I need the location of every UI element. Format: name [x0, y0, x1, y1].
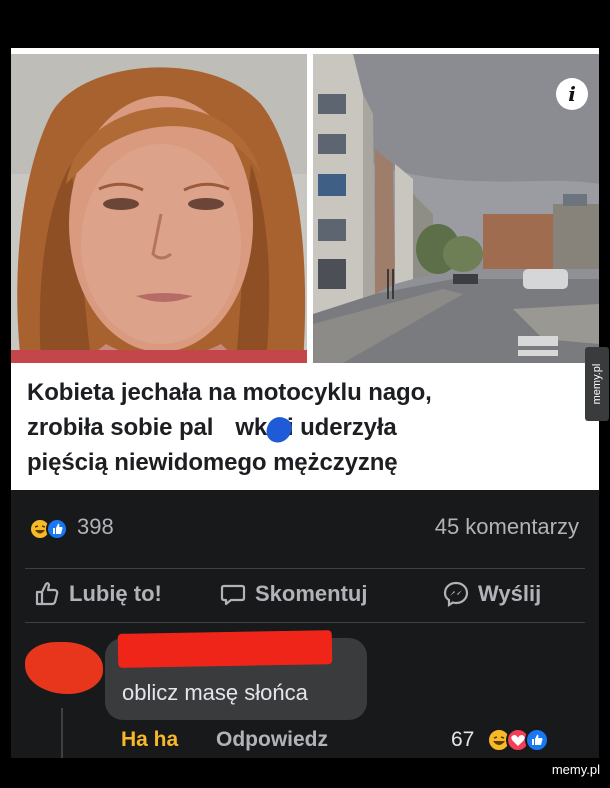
comment-reaction-icons[interactable] [487, 728, 567, 752]
info-icon[interactable]: i [556, 78, 588, 110]
comment-button[interactable]: Skomentuj [219, 579, 367, 609]
comment-reaction-count[interactable]: 67 [451, 728, 474, 752]
send-button[interactable]: Wyślij [442, 579, 541, 609]
like-reaction-icon [46, 518, 68, 540]
link-headline[interactable]: Kobieta jechała na motocyklu nago, zrobi… [11, 363, 599, 490]
thumbs-up-icon [35, 582, 59, 606]
link-preview-image[interactable]: i [11, 48, 599, 363]
comment-text: oblicz masę słońca [122, 680, 308, 705]
like-button-label: Lubię to! [69, 581, 162, 606]
haha-reaction-button[interactable]: Ha ha [121, 728, 178, 752]
like-reaction-icon [525, 728, 549, 752]
headline-line: pięścią niewidomego mężczyznę [27, 449, 398, 476]
corner-watermark: memy.pl [551, 762, 600, 777]
headline-text: Kobieta jechała na motocyklu nago, zrobi… [27, 375, 577, 480]
commenter-name-redacted [117, 630, 333, 668]
street-photo [313, 54, 599, 363]
side-watermark: memy.pl [585, 347, 609, 421]
reactions-summary[interactable]: 398 45 komentarzy [11, 490, 599, 562]
mugshot-photo [11, 54, 307, 363]
comment-button-label: Skomentuj [255, 581, 368, 606]
divider [25, 622, 585, 623]
reaction-icons [29, 518, 75, 540]
comment-bubble-icon [220, 584, 246, 606]
reply-button[interactable]: Odpowiedz [216, 728, 328, 752]
messenger-icon [443, 581, 469, 607]
reaction-count[interactable]: 398 [77, 514, 114, 540]
headline-line: Kobieta jechała na motocyklu nago, [27, 379, 432, 406]
like-button[interactable]: Lubię to! [33, 579, 162, 609]
comments-count[interactable]: 45 komentarzy [435, 514, 579, 540]
send-button-label: Wyślij [478, 581, 542, 606]
comment-actions: Ha ha Odpowiedz 67 [11, 728, 599, 758]
post-actions: Lubię to! Skomentuj Wyślij [11, 563, 599, 623]
headline-line: zrobiła sobie pal wkę i uderzyła [27, 414, 397, 441]
